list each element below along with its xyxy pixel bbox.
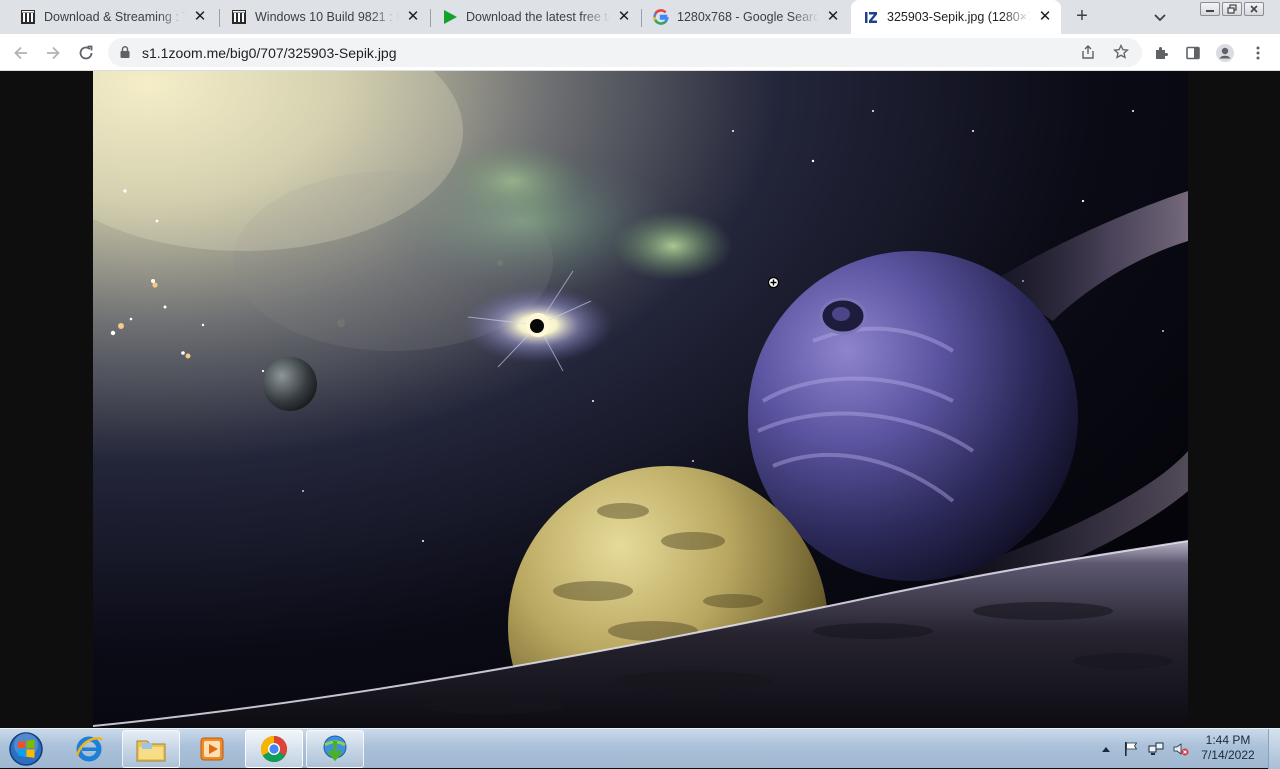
side-panel-icon — [1186, 46, 1200, 60]
system-tray — [1098, 737, 1198, 761]
restore-button[interactable] — [1222, 2, 1242, 16]
minimize-icon — [1206, 10, 1214, 12]
close-icon — [1250, 5, 1258, 13]
minimize-button[interactable] — [1200, 2, 1220, 16]
bookmark-button[interactable] — [1108, 39, 1134, 65]
folder-icon — [136, 740, 166, 762]
close-window-button[interactable] — [1244, 2, 1264, 16]
tab-search-button[interactable] — [1150, 7, 1170, 27]
address-bar[interactable]: s1.1zoom.me/big0/707/325903-Sepik.jpg — [108, 38, 1142, 67]
tab-sepik-image[interactable]: 325903-Sepik.jpg (1280×768) ✕ — [851, 0, 1061, 34]
tab-title: Download the latest free tri — [466, 10, 610, 24]
action-center-flag-icon[interactable] — [1123, 741, 1139, 757]
windows-taskbar: 1:44 PM 7/14/2022 — [0, 728, 1280, 769]
forward-button[interactable] — [40, 40, 66, 66]
star-icon — [1113, 44, 1129, 59]
url-text: s1.1zoom.me/big0/707/325903-Sepik.jpg — [142, 45, 397, 61]
taskbar-clock[interactable]: 1:44 PM 7/14/2022 — [1196, 733, 1260, 763]
tab-download-trial[interactable]: Download the latest free tri ✕ — [430, 0, 640, 34]
tab-strip: Download & Streaming : The ✕ Windows 10 … — [0, 0, 1280, 34]
taskbar-internet-explorer[interactable] — [60, 730, 118, 768]
tab-title: Windows 10 Build 9821 : Mi — [255, 10, 399, 24]
side-panel-button[interactable] — [1180, 40, 1206, 66]
tab-title: 1280x768 - Google Search — [677, 10, 819, 24]
tab-close-icon[interactable]: ✕ — [192, 9, 208, 25]
page-viewport — [0, 71, 1280, 728]
restore-icon — [1227, 4, 1237, 14]
tab-close-icon[interactable]: ✕ — [1037, 9, 1053, 25]
tab-title: 325903-Sepik.jpg (1280×768) — [887, 10, 1031, 24]
tab-windows-10-build[interactable]: Windows 10 Build 9821 : Mi ✕ — [219, 0, 429, 34]
show-hidden-icons-button[interactable] — [1098, 741, 1114, 757]
start-button[interactable] — [5, 730, 47, 768]
tab-download-streaming[interactable]: Download & Streaming : The ✕ — [8, 0, 216, 34]
share-button[interactable] — [1075, 39, 1101, 65]
avatar-icon — [1216, 44, 1234, 62]
taskbar-file-explorer[interactable] — [122, 730, 180, 768]
windows-orb-icon — [9, 732, 43, 766]
reload-icon — [79, 45, 93, 60]
tab-close-icon[interactable]: ✕ — [405, 9, 421, 25]
clock-time: 1:44 PM — [1205, 733, 1251, 747]
taskbar-download-manager[interactable] — [306, 730, 364, 768]
lock-icon — [118, 45, 132, 59]
tab-google-search[interactable]: 1280x768 - Google Search ✕ — [641, 0, 849, 34]
volume-muted-icon[interactable] — [1173, 741, 1189, 757]
media-player-icon — [200, 737, 224, 761]
puzzle-icon — [1156, 47, 1168, 59]
browser-menu-button[interactable] — [1245, 40, 1271, 66]
show-desktop-button[interactable] — [1268, 729, 1280, 769]
taskbar-media-player[interactable] — [183, 730, 241, 768]
taskbar-chrome[interactable] — [245, 730, 303, 768]
archive-icon — [231, 9, 247, 25]
crosshair-cursor-icon — [767, 276, 780, 289]
reload-button[interactable] — [73, 40, 99, 66]
space-wallpaper-image[interactable] — [93, 71, 1188, 728]
chevron-down-icon — [1154, 14, 1166, 22]
archive-icon — [20, 9, 36, 25]
new-tab-button[interactable]: + — [1070, 5, 1094, 29]
internet-explorer-icon — [75, 736, 104, 762]
profile-button[interactable] — [1212, 40, 1238, 66]
kebab-menu-icon — [1256, 46, 1260, 60]
chrome-icon — [260, 735, 288, 763]
google-icon — [653, 9, 669, 25]
tab-close-icon[interactable]: ✕ — [825, 9, 841, 25]
play-triangle-icon — [442, 9, 458, 25]
1zoom-icon — [863, 9, 879, 25]
network-icon[interactable] — [1148, 741, 1164, 757]
back-button[interactable] — [8, 40, 34, 66]
chevron-up-icon — [1102, 747, 1110, 752]
window-controls — [1200, 2, 1264, 16]
arrow-left-icon — [14, 46, 27, 60]
tab-title: Download & Streaming : The — [44, 10, 186, 24]
clock-date: 7/14/2022 — [1201, 748, 1255, 762]
tab-close-icon[interactable]: ✕ — [616, 9, 632, 25]
download-manager-icon — [323, 735, 347, 762]
share-icon — [1082, 45, 1094, 59]
arrow-right-icon — [47, 46, 60, 60]
browser-toolbar: s1.1zoom.me/big0/707/325903-Sepik.jpg — [0, 34, 1280, 71]
extensions-button[interactable] — [1148, 40, 1174, 66]
